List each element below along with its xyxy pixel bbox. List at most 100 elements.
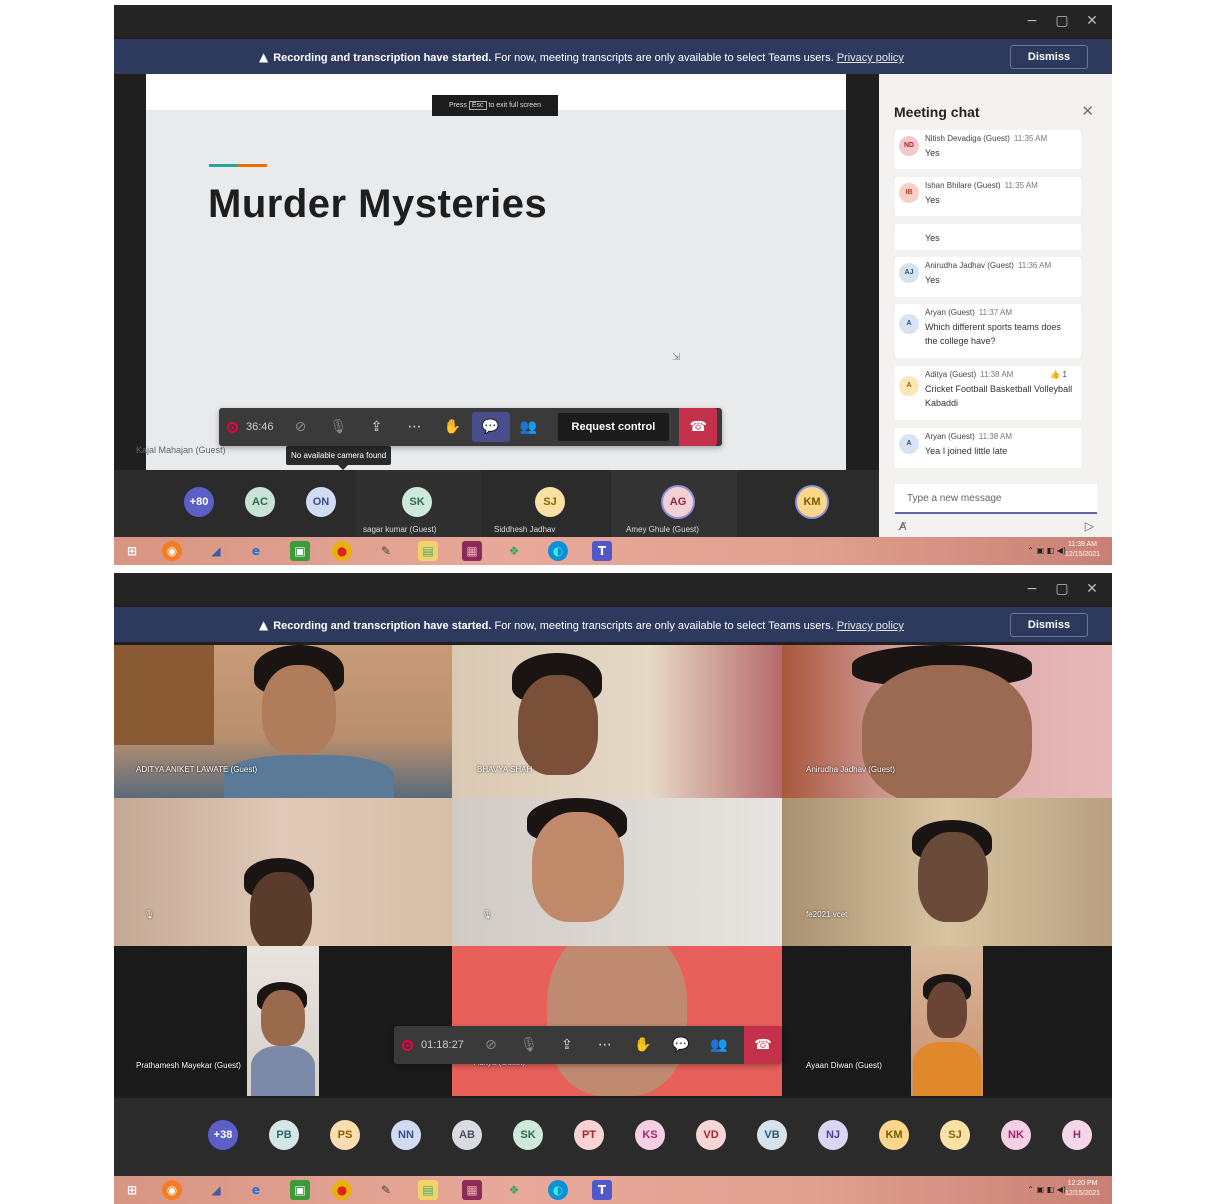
shared-slide: Press Esc to exit full screen Murder Mys… [146,74,846,470]
background-shelf [114,645,214,745]
camera-off-icon[interactable]: ⊘ [282,419,320,435]
more-icon[interactable]: ⋯ [586,1037,624,1053]
edge-icon[interactable]: ◐ [548,1180,568,1200]
time: 11:38 AM [978,432,1013,441]
people-icon[interactable]: ❖ [504,541,524,561]
ie-icon[interactable]: e [246,1180,266,1200]
participants-icon[interactable]: 👥 [510,419,548,435]
video-tile[interactable]: 🎙 [114,798,452,946]
format-icon[interactable]: A̸ [899,520,907,533]
start-icon[interactable]: ⊞ [122,541,142,561]
mic-off-icon[interactable]: 🎙 [510,1037,548,1053]
warning-icon: ▲ [259,618,269,632]
chat-message-input[interactable]: Type a new message [895,484,1097,514]
message-meta: Nitish Devadiga (Guest) 11:35 AM [925,134,1047,143]
chat-icon[interactable]: 💬 [471,412,510,442]
firefox-icon[interactable]: ◉ [162,541,182,561]
raise-hand-icon[interactable]: ✋ [434,419,472,435]
folder-icon[interactable]: ▤ [418,1180,438,1200]
video-tile[interactable]: Aditya (Guest) [452,946,782,1096]
avatar: VB [757,1120,787,1150]
camera-off-icon[interactable]: ⊘ [472,1037,510,1053]
minimize-icon[interactable]: − [1022,13,1042,29]
hang-up-icon[interactable]: ☎ [744,1026,782,1064]
ie-icon[interactable]: e [246,541,266,561]
more-participants-button[interactable]: +80 [184,487,214,517]
like-reaction[interactable]: 👍 1 [1050,370,1067,379]
snipping-icon[interactable]: ✎ [376,1180,396,1200]
clock[interactable]: 12:20 PM 12/15/2021 [1065,1179,1100,1199]
chrome-icon[interactable]: ● [332,1180,352,1200]
avatar: AJ [899,263,919,283]
chrome-icon[interactable]: ● [332,541,352,561]
windows-taskbar: ⊞ ◉ ◢ e ▣ ● ✎ ▤ ▦ ❖ ◐ T ⌃ ▣ ◧ ◀) 12:20 P… [114,1176,1112,1204]
snipping-icon[interactable]: ✎ [376,541,396,561]
exit-fullscreen-hint: Press Esc to exit full screen [432,95,558,116]
avatar: A [899,314,919,334]
dismiss-button[interactable]: Dismiss [1010,613,1088,637]
system-tray-icons[interactable]: ⌃ ▣ ◧ ◀) [1027,1185,1066,1194]
winrar-icon[interactable]: ▦ [462,1180,482,1200]
mouse-cursor-icon: ⇲ [672,352,681,363]
participant-tile: SK sagar kumar (Guest) [355,470,481,537]
close-icon[interactable]: ✕ [1082,581,1102,597]
clock-time: 11:39 AM [1067,541,1097,548]
maximize-icon[interactable]: ▢ [1052,581,1072,597]
edge-icon[interactable]: ◐ [548,541,568,561]
folder-icon[interactable]: ▤ [418,541,438,561]
firefox-icon[interactable]: ◉ [162,1180,182,1200]
video-tile[interactable]: Anirudha Jadhav (Guest) [782,645,1112,798]
people-icon[interactable]: ❖ [504,1180,524,1200]
teams-icon[interactable]: T [592,1180,612,1200]
start-icon[interactable]: ⊞ [122,1180,142,1200]
chat-icon[interactable]: 💬 [662,1037,700,1053]
video-tile[interactable]: ADITYA ANIKET LAWATE (Guest) [114,645,452,798]
winrar-icon[interactable]: ▦ [462,541,482,561]
avatar: ON [306,487,336,517]
share-icon[interactable]: ⇪ [548,1037,586,1053]
share-icon[interactable]: ⇪ [358,419,396,435]
store-icon[interactable]: ▣ [290,541,310,561]
chat-message: ND Nitish Devadiga (Guest) 11:35 AM Yes [895,130,1081,169]
camera-tooltip: No available camera found [286,446,392,470]
video-tile[interactable]: 🎙 [452,798,782,946]
raise-hand-icon[interactable]: ✋ [624,1037,662,1053]
app-icon[interactable]: ◢ [206,541,226,561]
video-tile[interactable]: Ayaan Diwan (Guest) [782,946,1112,1096]
close-icon[interactable]: ✕ [1082,13,1102,29]
request-control-button[interactable]: Request control [557,413,670,441]
participant-name: BHAVYA SHAH [477,765,533,774]
participants-icon[interactable]: 👥 [700,1037,738,1053]
video-tile[interactable]: Prathamesh Mayekar (Guest) [114,946,452,1096]
dismiss-button[interactable]: Dismiss [1010,45,1088,69]
more-participants-button[interactable]: +38 [208,1120,238,1150]
hang-up-icon[interactable]: ☎ [679,408,718,446]
avatar: A [899,434,919,454]
mic-off-icon[interactable]: 🎙 [320,419,358,435]
send-icon[interactable]: ▷ [1085,519,1094,533]
privacy-policy-link[interactable]: Privacy policy [837,620,904,632]
participant-name: fe2021 vcet [806,910,848,919]
app-icon[interactable]: ◢ [206,1180,226,1200]
clock[interactable]: 11:39 AM 12/15/2021 [1065,540,1100,560]
message-text: Yes [925,195,940,205]
privacy-policy-link[interactable]: Privacy policy [837,52,904,64]
participant-tile: AG Amey Ghule (Guest) [611,470,737,537]
face-shape [518,675,598,775]
video-tile[interactable]: fe2021 vcet [782,798,1112,946]
avatar: IB [899,183,919,203]
participant-name: Siddhesh Jadhav [494,525,556,534]
teams-icon[interactable]: T [592,541,612,561]
avatar: NN [391,1120,421,1150]
shirt-shape [913,1042,981,1096]
minimize-icon[interactable]: − [1022,581,1042,597]
clock-date: 12/15/2021 [1064,551,1100,558]
store-icon[interactable]: ▣ [290,1180,310,1200]
system-tray-icons[interactable]: ⌃ ▣ ◧ ◀) [1027,546,1066,555]
author: Nitish Devadiga (Guest) [925,134,1010,143]
maximize-icon[interactable]: ▢ [1052,13,1072,29]
video-tile[interactable]: BHAVYA SHAH [452,645,782,798]
more-icon[interactable]: ⋯ [396,419,434,435]
avatar: VD [696,1120,726,1150]
close-chat-icon[interactable]: ✕ [1081,102,1094,120]
